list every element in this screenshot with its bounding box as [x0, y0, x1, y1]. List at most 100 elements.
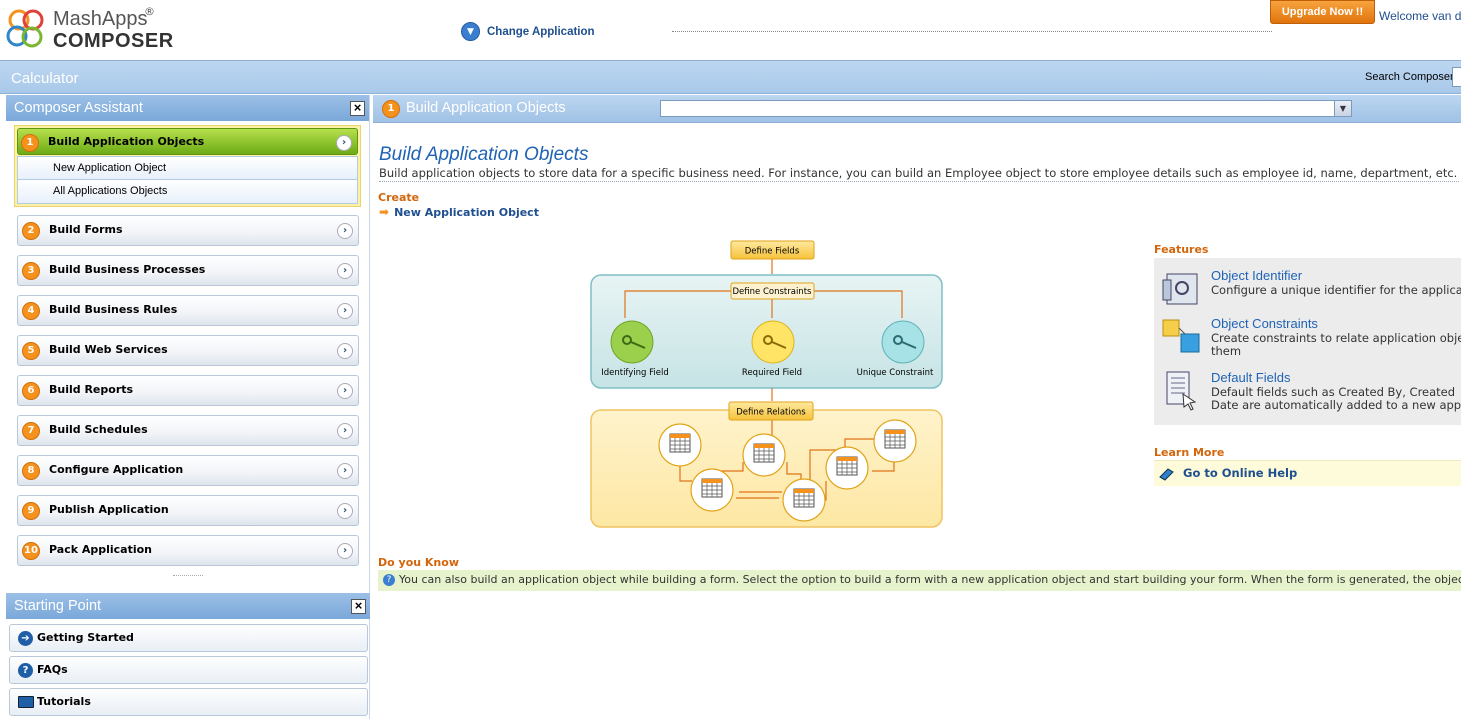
step-item[interactable]: 10 Pack Application › — [17, 535, 359, 566]
feature-desc: them — [1211, 345, 1242, 358]
feature-title[interactable]: Default Fields — [1211, 370, 1290, 385]
all-applications-objects-link[interactable]: All Applications Objects — [17, 180, 358, 204]
logo-text: MashApps — [53, 8, 148, 30]
step-number: 9 — [22, 502, 40, 520]
close-icon[interactable]: × — [351, 599, 366, 614]
chevron-right-icon: › — [337, 463, 353, 479]
feature-desc: Configure a unique identifier for the ap… — [1211, 284, 1461, 297]
online-help-link[interactable]: Go to Online Help — [1183, 466, 1297, 480]
step-item[interactable]: 7 Build Schedules › — [17, 415, 359, 446]
app-bar: Calculator Search Composer — [0, 60, 1461, 94]
step-item[interactable]: 8 Configure Application › — [17, 455, 359, 486]
step-number: 2 — [22, 222, 40, 240]
step-label: Publish Application — [49, 503, 169, 516]
required-field-label: Required Field — [742, 368, 802, 378]
step-build-application-objects[interactable]: 1 Build Application Objects › — [17, 128, 358, 155]
step-label: Configure Application — [49, 463, 184, 476]
feature-desc: Default fields such as Created By, Creat… — [1211, 386, 1456, 399]
chevron-down-icon[interactable]: ▼ — [1334, 101, 1351, 116]
starting-point-body: ➔ Getting Started ? FAQs Tutorials — [6, 619, 370, 716]
step-label: Build Schedules — [49, 423, 148, 436]
step-label: Build Business Processes — [49, 263, 206, 276]
composer-assistant-body: 1 Build Application Objects › New Applic… — [6, 121, 369, 578]
app-title: Calculator — [11, 70, 79, 87]
left-sidebar: Composer Assistant × 1 Build Application… — [6, 95, 370, 719]
feature-title[interactable]: Object Identifier — [1211, 268, 1302, 283]
change-application-link[interactable]: ▼ Change Application — [461, 22, 595, 41]
arrow-right-icon: ➡ — [379, 205, 390, 219]
feature-title[interactable]: Object Constraints — [1211, 316, 1318, 331]
object-select[interactable]: ▼ — [660, 100, 1352, 117]
upgrade-button[interactable]: Upgrade Now !! — [1270, 0, 1375, 24]
step-label: Build Reports — [49, 383, 134, 396]
step-label: Pack Application — [49, 543, 153, 556]
close-icon[interactable]: × — [350, 101, 365, 116]
table-node — [658, 423, 702, 467]
steps-list: 2 Build Forms › 3 Build Business Processes › 4… — [14, 215, 361, 566]
page-description: Build application objects to store data … — [379, 166, 1459, 182]
main-content: 1 Build Application Objects ▼ Build Appl… — [373, 95, 1461, 719]
composer-assistant-title: Composer Assistant — [14, 100, 143, 116]
search-input[interactable] — [1452, 67, 1461, 87]
step-number: 6 — [22, 382, 40, 400]
welcome-text: Welcome van d — [1379, 9, 1461, 23]
faqs-item[interactable]: ? FAQs — [9, 656, 368, 684]
table-node — [782, 478, 826, 522]
top-header: MashApps ® COMPOSER ▼ Change Application… — [0, 0, 1461, 60]
step-item[interactable]: 2 Build Forms › — [17, 215, 359, 246]
step-item[interactable]: 6 Build Reports › — [17, 375, 359, 406]
step-number: 5 — [22, 342, 40, 360]
step-item[interactable]: 3 Build Business Processes › — [17, 255, 359, 286]
tutorials-item[interactable]: Tutorials — [9, 688, 368, 716]
chevron-right-icon: › — [337, 263, 353, 279]
getting-started-label: Getting Started — [37, 631, 134, 644]
chevron-right-icon: › — [337, 383, 353, 399]
table-node — [825, 446, 869, 490]
monitor-icon — [18, 696, 34, 708]
step-number: 4 — [22, 302, 40, 320]
step-number: 7 — [22, 422, 40, 440]
features-heading: Features — [1154, 243, 1209, 256]
object-flow-diagram: Define Fields Define Constraints Identif… — [590, 240, 943, 528]
step-number: 10 — [22, 542, 40, 560]
mashapps-logo-icon — [6, 9, 44, 48]
step-item[interactable]: 4 Build Business Rules › — [17, 295, 359, 326]
identifying-field-label: Identifying Field — [601, 368, 669, 378]
define-constraints-node: Define Constraints — [730, 282, 815, 300]
do-you-know-tip: ? You can also build an application obje… — [378, 570, 1461, 591]
chevron-right-icon: › — [337, 543, 353, 559]
step-label: Build Business Rules — [49, 303, 178, 316]
cubes-icon — [1162, 319, 1200, 353]
create-heading: Create — [378, 191, 420, 204]
table-node — [873, 419, 917, 463]
new-application-object-link[interactable]: New Application Object — [17, 156, 358, 180]
change-application-label: Change Application — [487, 25, 595, 38]
document-pointer-icon — [1166, 371, 1197, 411]
learn-more-panel: Go to Online Help — [1154, 460, 1461, 486]
getting-started-item[interactable]: ➔ Getting Started — [9, 624, 368, 652]
step-label: Build Web Services — [49, 343, 168, 356]
main-header: 1 Build Application Objects ▼ — [373, 95, 1461, 123]
logo-subtext: COMPOSER — [53, 30, 174, 52]
step-item[interactable]: 5 Build Web Services › — [17, 335, 359, 366]
tutorials-label: Tutorials — [37, 695, 91, 708]
faqs-label: FAQs — [37, 663, 68, 676]
chevron-right-icon: › — [337, 423, 353, 439]
features-panel: Object Identifier Configure a unique ide… — [1154, 258, 1461, 425]
composer-assistant-header: Composer Assistant × — [6, 95, 369, 121]
define-constraints-label: Define Constraints — [733, 287, 813, 297]
main-header-title: Build Application Objects — [406, 100, 566, 116]
resize-grip[interactable] — [172, 575, 203, 578]
page-title: Build Application Objects — [379, 144, 589, 165]
starting-point-title: Starting Point — [14, 598, 102, 614]
do-you-know-heading: Do you Know — [378, 556, 459, 569]
chevron-right-icon: › — [337, 223, 353, 239]
chevron-right-icon: › — [336, 135, 352, 151]
step-label: Build Forms — [49, 223, 123, 236]
new-application-object-action[interactable]: ➡ New Application Object — [379, 205, 539, 219]
step-number: 1 — [382, 100, 400, 118]
feature-desc: Create constraints to relate application… — [1211, 332, 1461, 345]
id-card-icon — [1162, 273, 1198, 305]
step-number: 8 — [22, 462, 40, 480]
step-item[interactable]: 9 Publish Application › — [17, 495, 359, 526]
